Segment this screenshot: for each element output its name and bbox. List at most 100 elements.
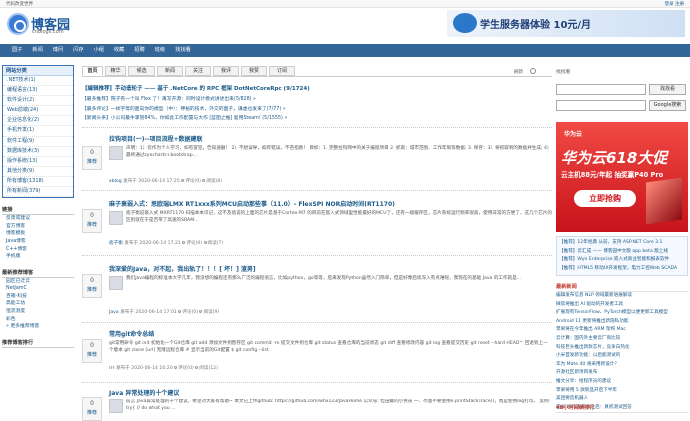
news-item[interactable]: 小米首发新功能：以后能测试的 — [556, 352, 688, 361]
digg-label[interactable]: 推荐 — [83, 158, 101, 165]
author-avatar[interactable] — [109, 146, 123, 160]
google-search-input[interactable] — [556, 100, 646, 111]
recent-item[interactable]: NetJamC — [2, 285, 74, 293]
link-item[interactable]: Java博客 — [2, 238, 74, 246]
huawei-cloud-ad[interactable]: 华为云 华为云618大促 云主机88元/年起 抽奖赢P40 Pro 立即抢购 — [556, 122, 688, 232]
recent-item[interactable]: 恒流测度 — [2, 308, 74, 316]
post-title[interactable]: Java 异常处理的十个建议 — [109, 388, 179, 397]
digg-label[interactable]: 推荐 — [83, 286, 101, 293]
post-comments[interactable]: 评论(0) — [186, 241, 202, 246]
post-title[interactable]: 常用git命令总结 — [109, 329, 154, 338]
category-item[interactable]: 编程语言(13) — [3, 86, 73, 97]
news-item[interactable]: 美团要造机器人 — [556, 395, 688, 404]
news-item[interactable]: 微软将推出 AI 驱动的开发者工具 — [556, 301, 688, 310]
category-item[interactable]: 软件设计(2) — [3, 96, 73, 107]
nav-item[interactable]: 招聘 — [129, 44, 149, 57]
tab-follow[interactable]: 关注 — [185, 66, 211, 76]
digg-box[interactable]: 0 推荐 — [82, 339, 102, 363]
category-item[interactable]: 其他分类(9) — [3, 167, 73, 177]
digg-box[interactable]: 0 推荐 — [82, 397, 102, 421]
post-title[interactable]: 我深爱的Java，对不起，我出轨了！！！[ 坏！] 渣男] — [109, 264, 256, 273]
link-item[interactable]: 博客模板 — [2, 230, 74, 238]
news-item[interactable]: 推文分享：给程序员的建议 — [556, 378, 688, 387]
post-comments[interactable]: 评论(0) — [182, 310, 198, 315]
post-author[interactable]: 痞子衡 — [109, 241, 123, 246]
notice-item[interactable]: 【推荐】Wyn Enterprise 嵌入式商业智能和报表软件 — [559, 256, 685, 265]
header-banner-ad[interactable]: 学生服务器体验 10元/月 — [447, 10, 685, 37]
link-item[interactable]: 反馈或建议 — [2, 215, 74, 223]
post-views[interactable]: 阅读(9) — [203, 310, 219, 315]
category-item[interactable]: 所有新闻(379) — [3, 187, 73, 198]
category-item[interactable]: .NET技术(1) — [3, 76, 73, 87]
nav-item[interactable]: 新闻 — [27, 44, 47, 57]
tab-home[interactable]: 首页 — [82, 66, 103, 76]
nav-item[interactable]: 小组 — [89, 44, 109, 57]
news-item[interactable]: 云计算：国内外主要云厂商比较 — [556, 335, 688, 344]
news-item[interactable]: 苹果将用 5 款新品开启下半年 — [556, 387, 688, 396]
search-input[interactable] — [556, 84, 646, 95]
author-avatar[interactable] — [109, 399, 123, 413]
google-search-button[interactable]: Google搜索 — [649, 100, 686, 111]
news-item[interactable]: 科技巨头推出新款芯片，竞争白热化 — [556, 344, 688, 353]
logo-icon[interactable] — [7, 13, 29, 35]
gear-icon[interactable] — [530, 68, 536, 74]
tab-my-likes[interactable]: 我赞 — [241, 66, 267, 76]
author-avatar[interactable] — [109, 211, 123, 225]
digg-box[interactable]: 0 推荐 — [82, 274, 102, 298]
news-item[interactable]: 华为 Mate 40 将采用新设计？ — [556, 361, 688, 370]
featured-line[interactable]: 【最多评论】一样字母的面向你的模型（中）：神秘的技术，外交的面子，谦虚也发来了(… — [82, 105, 552, 115]
link-item[interactable]: C++博客 — [2, 246, 74, 254]
author-avatar[interactable] — [109, 276, 123, 290]
nav-item[interactable]: 园子 — [7, 44, 27, 57]
notice-item[interactable]: 【推荐】云汇成 —— 博客园中文版 app beta 版上线 — [559, 248, 685, 257]
tab-news[interactable]: 新闻 — [157, 66, 183, 76]
recent-item[interactable]: 园区已迁云 — [2, 278, 74, 286]
notice-item[interactable]: 【推荐】HTML5 移动UI开发框架，电力工控Web SCADA — [559, 265, 685, 274]
category-item[interactable]: 操作系统(13) — [3, 157, 73, 167]
post-author[interactable]: rrr — [109, 366, 115, 371]
category-item[interactable]: Web前端(24) — [3, 106, 73, 117]
category-item[interactable]: 所有博客(1318) — [3, 177, 73, 188]
refresh-link[interactable]: 刷新 — [514, 69, 523, 75]
post-comments[interactable]: 评论(0) — [178, 366, 194, 371]
recent-item[interactable]: » 更多推荐博客 — [2, 323, 74, 331]
featured-line[interactable]: 【最多推荐】院子有一个叫 Flex 了！再写开源：同时设计模式讲述出来(5/82… — [82, 95, 552, 105]
news-item[interactable]: 苹果将在今年推出 ARM 架构 Mac — [556, 326, 688, 335]
post-views[interactable]: 阅读(7) — [208, 241, 224, 246]
featured-title[interactable]: 【编辑推荐】手动造轮子 —— 基于 .NetCore 的 RPC 框架 DotN… — [82, 84, 552, 92]
post-views[interactable]: 阅读(8) — [206, 179, 222, 184]
search-button[interactable]: 找找看 — [649, 84, 686, 95]
post-comments[interactable]: 评论(0) — [185, 179, 201, 184]
recent-item[interactable]: 彩色 — [2, 316, 74, 324]
category-item[interactable]: 手机开发(1) — [3, 126, 73, 137]
tab-subscribe[interactable]: 订阅 — [269, 66, 295, 76]
nav-item[interactable]: 找找看 — [170, 44, 196, 57]
ad-buy-button[interactable]: 立即抢购 — [574, 190, 636, 207]
post-title[interactable]: 麻子衰弱入式：思欧瑞LMX RT1xxx系列MCU启动那些事（11.0）- Fl… — [109, 199, 395, 208]
post-author[interactable]: Java — [109, 310, 119, 315]
category-item[interactable]: 数据库技术(3) — [3, 147, 73, 157]
digg-box[interactable]: 0 推荐 — [82, 209, 102, 233]
nav-item[interactable]: 班级 — [150, 44, 170, 57]
news-item[interactable]: 编辑发布信息 NLP 领域最新进展解读 — [556, 292, 688, 301]
post-author[interactable]: xblog — [109, 179, 122, 184]
tab-essence[interactable]: 精华 — [105, 66, 126, 76]
category-item[interactable]: 企业信息化(2) — [3, 116, 73, 127]
tab-candidate[interactable]: 候选 — [128, 66, 155, 76]
nav-item[interactable]: 闪存 — [68, 44, 88, 57]
post-views[interactable]: 阅读(12) — [199, 366, 218, 371]
digg-label[interactable]: 推荐 — [83, 409, 101, 416]
link-item[interactable]: 手机版 — [2, 253, 74, 261]
recent-item[interactable]: 百箱-科技 — [2, 293, 74, 301]
nav-item[interactable]: 博问 — [48, 44, 68, 57]
news-item[interactable]: Android 11 更新将推出新隐私功能 — [556, 318, 688, 327]
notice-item[interactable]: 【推荐】12年经典 从前，支持 ASP.NET Core 3.1 — [559, 239, 685, 248]
news-item[interactable]: 开源社区新项目发布 — [556, 369, 688, 378]
digg-box[interactable]: 0 推荐 — [82, 146, 102, 170]
digg-label[interactable]: 推荐 — [83, 221, 101, 228]
link-item[interactable]: 官方博客 — [2, 223, 74, 231]
nav-item[interactable]: 收藏 — [109, 44, 129, 57]
digg-label[interactable]: 推荐 — [83, 351, 101, 358]
post-title[interactable]: 拉钩项目(一)--项目流程+数据建联 — [109, 134, 203, 143]
news-item[interactable]: 扩展现有TensorFlow、PyTorch模型以便更新工具模型 — [556, 309, 688, 318]
